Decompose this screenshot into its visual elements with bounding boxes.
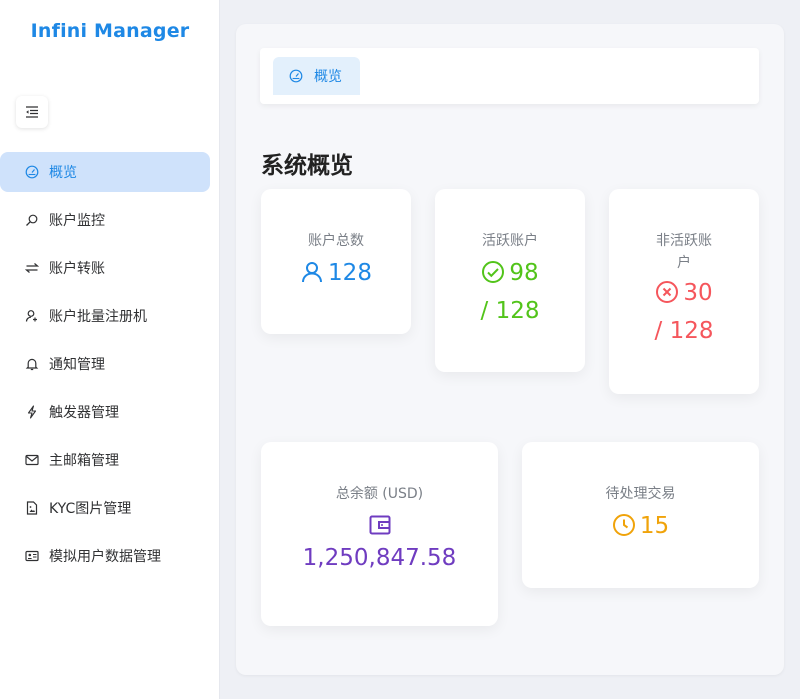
sidebar-item-label: 概览: [49, 165, 77, 181]
lightning-icon: [24, 404, 40, 420]
sidebar-item-label: KYC图片管理: [49, 501, 132, 517]
stat-card-total-balance: 总余额 (USD) 1,250,847.58: [261, 442, 498, 626]
stat-value: 98: [435, 254, 585, 292]
page-title: 系统概览: [261, 153, 353, 179]
inactive-accounts-value: 30: [683, 280, 713, 306]
sidebar-item-label: 主邮箱管理: [49, 453, 119, 469]
app-logo-title: Infini Manager: [30, 20, 190, 42]
pending-transactions-value: 15: [639, 513, 670, 539]
sidebar: Infini Manager 概览 账户监控 账户转账 账户批量注册机 通知管理…: [0, 0, 220, 699]
stat-card-active-accounts: 活跃账户 98 / 128: [435, 189, 585, 372]
sidebar-item-kyc-images[interactable]: KYC图片管理: [0, 488, 210, 528]
sidebar-item-notifications[interactable]: 通知管理: [0, 344, 210, 384]
dashboard-icon: [24, 164, 40, 180]
bell-icon: [24, 356, 40, 372]
stat-label-line-2: 户: [677, 255, 691, 271]
tabs-bar: 概览: [260, 48, 759, 104]
sidebar-item-label: 通知管理: [49, 357, 105, 373]
menu-fold-icon: [26, 106, 38, 118]
sidebar-item-account-monitor[interactable]: 账户监控: [0, 200, 210, 240]
sidebar-item-label: 模拟用户数据管理: [49, 549, 161, 565]
wallet-icon: [369, 515, 390, 535]
stat-card-inactive-accounts: 非活跃账 户 30 / 128: [609, 189, 759, 394]
main-content: 概览 系统概览 账户总数 128 活跃账户 98 / 128 非活跃账 户 30…: [236, 24, 784, 675]
stat-label: 非活跃账 户: [609, 230, 759, 274]
stat-card-pending-transactions: 待处理交易 15: [522, 442, 759, 588]
transfer-icon: [24, 260, 40, 276]
sidebar-item-label: 触发器管理: [49, 405, 119, 421]
sidebar-item-label: 账户转账: [49, 261, 105, 277]
dashboard-icon: [289, 69, 303, 83]
check-circle-icon: [482, 261, 505, 283]
sidebar-menu: 概览 账户监控 账户转账 账户批量注册机 通知管理 触发器管理 主邮箱管理 KY…: [0, 152, 220, 584]
stat-label: 总余额 (USD): [335, 486, 424, 502]
user-icon: [302, 262, 323, 283]
total-balance-value: 1,250,847.58: [302, 545, 457, 571]
wallet-icon-wrap: [261, 513, 498, 537]
user-add-icon: [24, 308, 40, 324]
search-icon: [24, 212, 40, 228]
stat-value: 128: [261, 254, 411, 292]
tab-overview[interactable]: 概览: [273, 57, 360, 95]
file-image-icon: [24, 500, 40, 516]
total-accounts-value: 128: [328, 260, 372, 286]
stat-card-total-accounts: 账户总数 128: [261, 189, 411, 334]
stat-label-line-1: 非活跃账: [656, 233, 712, 249]
mail-icon: [24, 452, 40, 468]
clock-icon: [612, 514, 635, 536]
stat-label: 待处理交易: [605, 486, 676, 502]
stat-label: 账户总数: [308, 233, 364, 249]
sidebar-item-triggers[interactable]: 触发器管理: [0, 392, 210, 432]
collapse-sidebar-button[interactable]: [16, 96, 48, 128]
stat-value: 15: [522, 507, 759, 545]
inactive-accounts-total: / 128: [654, 318, 714, 344]
active-accounts-value: 98: [509, 260, 539, 286]
stat-value: 30: [609, 274, 759, 312]
id-card-icon: [24, 548, 40, 564]
sidebar-item-main-mailbox[interactable]: 主邮箱管理: [0, 440, 210, 480]
sidebar-item-batch-register[interactable]: 账户批量注册机: [0, 296, 210, 336]
sidebar-item-overview[interactable]: 概览: [0, 152, 210, 192]
sidebar-item-label: 账户批量注册机: [49, 309, 147, 325]
sidebar-item-account-transfer[interactable]: 账户转账: [0, 248, 210, 288]
sidebar-item-label: 账户监控: [49, 213, 105, 229]
sidebar-item-mock-user-data[interactable]: 模拟用户数据管理: [0, 536, 210, 576]
active-accounts-total: / 128: [480, 298, 540, 324]
tab-label: 概览: [314, 69, 342, 85]
stat-label: 活跃账户: [482, 233, 538, 249]
close-circle-icon: [656, 281, 679, 303]
